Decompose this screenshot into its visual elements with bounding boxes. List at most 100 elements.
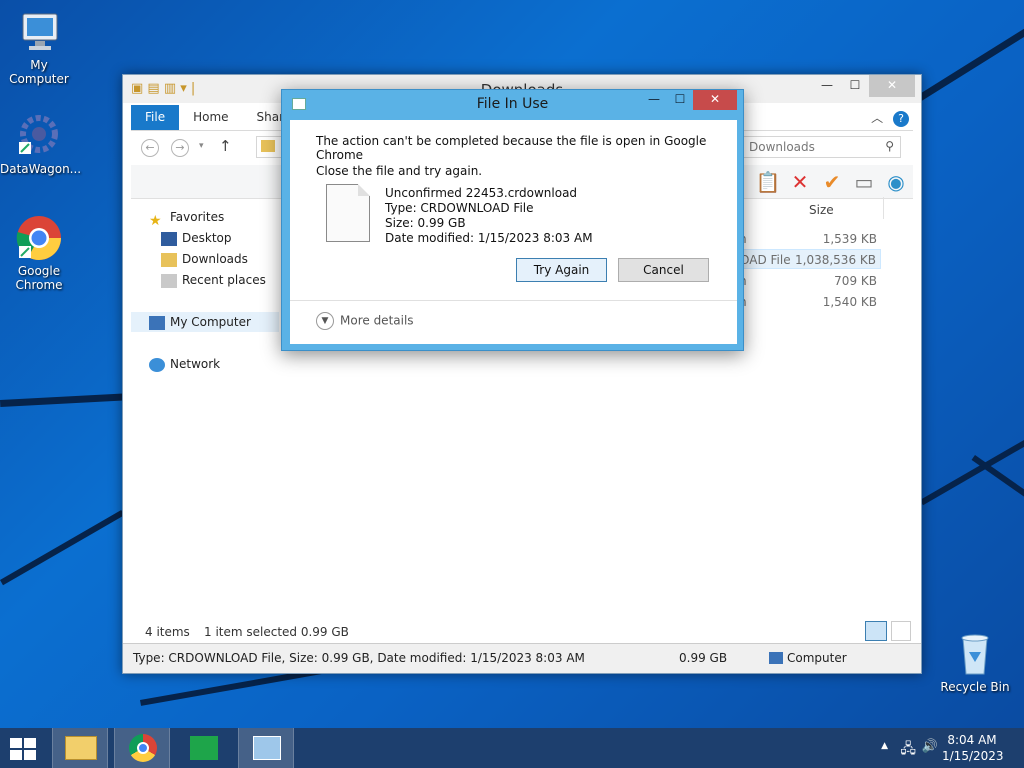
desktop-icon-my-computer[interactable]: My Computer (0, 8, 78, 86)
collapse-ribbon-icon[interactable]: ︿ (871, 111, 883, 125)
desktop-streak (910, 15, 1024, 106)
recent-places-icon (161, 273, 177, 288)
more-details-label: More details (340, 313, 414, 328)
close-icon[interactable]: ✕ (869, 75, 915, 97)
nav-label: Recent places (182, 273, 266, 287)
chrome-icon-center (137, 742, 149, 754)
taskbar-chrome[interactable] (114, 728, 170, 768)
desktop-icon-label: My Computer (9, 58, 69, 86)
help-icon[interactable]: ? (893, 111, 909, 127)
dialog-message: The action can't be completed because th… (316, 134, 707, 162)
recycle-bin-icon (951, 630, 999, 678)
file-size: 1,540 KB (822, 295, 877, 309)
column-divider (883, 197, 884, 219)
network-icon[interactable]: 🖧 (900, 738, 916, 762)
taskbar-file-explorer[interactable] (52, 728, 108, 768)
rename-icon[interactable]: ▭ (851, 169, 877, 195)
clock-time: 8:04 AM (947, 733, 997, 747)
nav-network[interactable]: Network (149, 354, 220, 374)
status-location: Computer (787, 651, 847, 665)
taskbar-control-panel[interactable] (238, 728, 294, 768)
large-icons-view-icon[interactable] (891, 621, 911, 641)
close-icon[interactable]: ✕ (693, 90, 737, 110)
show-hidden-icons-icon[interactable]: ▲ (881, 741, 888, 751)
volume-icon[interactable]: 🔊 (922, 739, 938, 754)
more-details-toggle[interactable]: ▼ More details (316, 312, 414, 330)
try-again-button[interactable]: Try Again (516, 258, 607, 282)
search-icon: ⚲ (885, 139, 894, 153)
clock[interactable]: 8:04 AM 1/15/2023 (942, 732, 1004, 764)
desktop-streak (0, 392, 141, 407)
file-in-use-dialog: File In Use — ☐ ✕ The action can't be co… (281, 89, 744, 351)
dialog-body: The action can't be completed because th… (290, 120, 737, 344)
chrome-icon (15, 214, 63, 262)
nav-desktop[interactable]: Desktop (161, 228, 232, 248)
taskbar-store[interactable] (176, 728, 232, 768)
desktop-icon-label: Recycle Bin (940, 680, 1010, 694)
start-button[interactable] (10, 738, 36, 760)
desktop-streak (920, 430, 1024, 506)
check-icon[interactable]: ✔ (819, 169, 845, 195)
file-row-selected[interactable]: OAD File 1,038,536 KB (733, 249, 881, 269)
desktop-icon-datawagon[interactable]: DataWagon... (0, 112, 81, 176)
nav-favorites[interactable]: ★ Favorites (149, 207, 225, 229)
chevron-down-icon: ▼ (316, 312, 334, 330)
status-bar-top: 4 items 1 item selected 0.99 GB (131, 621, 913, 643)
file-type: OAD File (740, 253, 791, 267)
computer-icon (149, 315, 165, 330)
file-explorer-icon (65, 736, 97, 760)
gear-icon (15, 112, 63, 160)
globe-icon[interactable]: ◉ (883, 169, 909, 195)
nav-my-computer[interactable]: My Computer (131, 312, 279, 332)
details-view-icon[interactable] (865, 621, 887, 641)
file-date: Date modified: 1/15/2023 8:03 AM (385, 231, 593, 245)
status-size: 0.99 GB (679, 651, 728, 665)
recent-locations-icon[interactable]: ▾ (199, 141, 204, 151)
taskbar: ▲ 🖧 🔊 8:04 AM 1/15/2023 (0, 728, 1024, 768)
downloads-folder-icon (161, 252, 177, 267)
file-size: 1,539 KB (822, 232, 877, 246)
column-header-size[interactable]: Size (809, 203, 834, 217)
forward-icon[interactable]: → (171, 139, 189, 157)
desktop-icon-chrome[interactable]: Google Chrome (0, 214, 78, 292)
computer-icon (769, 652, 783, 664)
dialog-window-controls: — ☐ ✕ (641, 90, 737, 110)
up-icon[interactable]: ↑ (219, 137, 232, 155)
file-size: 709 KB (834, 274, 877, 288)
selection-info: 1 item selected 0.99 GB (204, 625, 349, 639)
minimize-icon[interactable]: — (813, 75, 841, 97)
toolbar-icons: 📋 ✕ ✔ ▭ ◉ (755, 169, 909, 195)
file-info: Unconfirmed 22453.crdownload Type: CRDOW… (385, 186, 593, 246)
ribbon-right-controls: ︿ ? (871, 109, 909, 127)
store-icon (190, 736, 218, 760)
nav-label: Network (170, 357, 221, 371)
file-row[interactable]: n1,539 KB (733, 229, 881, 249)
file-icon (326, 184, 370, 242)
nav-label: My Computer (170, 315, 251, 329)
clipboard-icon[interactable]: 📋 (755, 169, 781, 195)
cancel-button[interactable]: Cancel (618, 258, 709, 282)
desktop-icon-recycle-bin[interactable]: Recycle Bin (936, 630, 1014, 694)
nav-recent-places[interactable]: Recent places (161, 270, 266, 290)
maximize-icon[interactable]: ☐ (667, 90, 693, 110)
search-input[interactable]: Downloads ⚲ (743, 136, 901, 158)
nav-label: Downloads (182, 252, 248, 266)
nav-label: Favorites (170, 210, 225, 224)
nav-downloads[interactable]: Downloads (161, 249, 248, 269)
computer-icon (15, 8, 63, 56)
explorer-window-controls: — ☐ ✕ (813, 75, 915, 97)
nav-label: Desktop (182, 231, 232, 245)
tab-home[interactable]: Home (179, 105, 242, 130)
desktop-streak (0, 510, 125, 586)
file-row[interactable]: n1,540 KB (733, 292, 881, 312)
file-type: Type: CRDOWNLOAD File (385, 201, 534, 215)
control-panel-icon (253, 736, 281, 760)
minimize-icon[interactable]: — (641, 90, 667, 110)
maximize-icon[interactable]: ☐ (841, 75, 869, 97)
network-icon (149, 357, 165, 372)
delete-icon[interactable]: ✕ (787, 169, 813, 195)
dialog-separator (290, 300, 737, 301)
back-icon[interactable]: ← (141, 139, 159, 157)
file-row[interactable]: n709 KB (733, 271, 881, 291)
tab-file[interactable]: File (131, 105, 180, 130)
